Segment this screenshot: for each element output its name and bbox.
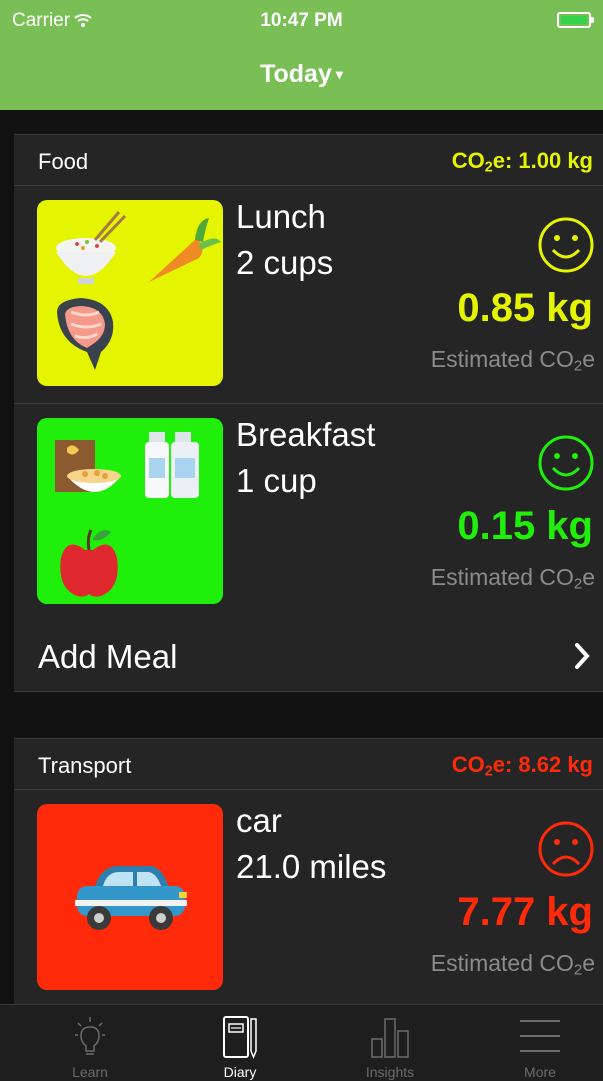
transport-co2-amount: 7.77 kg: [457, 890, 593, 934]
tab-label: Learn: [72, 1064, 108, 1080]
food-section-label: Food: [38, 149, 89, 174]
tab-diary[interactable]: Diary: [165, 1005, 315, 1081]
food-co2-value: e: 1.00 kg: [492, 148, 593, 173]
transport-co2-sub: 2: [484, 763, 493, 780]
rice-bowl-icon: [56, 211, 127, 284]
smile-icon: [538, 217, 594, 273]
transport-distance: 21.0 miles: [236, 848, 387, 885]
apple-icon: [60, 529, 118, 597]
tab-label: More: [524, 1064, 556, 1080]
date-selector[interactable]: Today ▾: [0, 60, 603, 89]
meal-name: Breakfast: [236, 416, 376, 453]
smile-icon: [538, 435, 594, 491]
lunch-thumbnail: [37, 200, 223, 386]
transport-section-header: Transport CO2e: 8.62 kg: [14, 738, 603, 790]
page-title: Today: [260, 60, 332, 88]
estimated-co2-label: Estimated CO2e: [431, 346, 595, 375]
transport-co2-value: e: 8.62 kg: [492, 752, 593, 777]
est-suffix: e: [582, 950, 595, 976]
bar-chart-icon: [371, 1018, 409, 1058]
tab-learn[interactable]: Learn: [15, 1005, 165, 1081]
salmon-steak-icon: [57, 298, 114, 370]
meal-co2-amount: 0.85 kg: [457, 286, 593, 330]
transport-section-label: Transport: [38, 753, 132, 778]
breakfast-thumbnail: [37, 418, 223, 604]
status-time: 10:47 PM: [260, 10, 343, 31]
meal-quantity: 1 cup: [236, 462, 317, 499]
tab-label: Diary: [223, 1064, 257, 1080]
food-co2-prefix: CO: [451, 148, 485, 173]
meal-quantity: 2 cups: [236, 244, 334, 281]
caret-down-icon: ▾: [335, 66, 343, 82]
frown-icon: [538, 821, 594, 877]
est-sub: 2: [573, 575, 583, 593]
tab-bar: Learn Diary Insights More: [0, 1004, 603, 1081]
est-suffix: e: [582, 564, 595, 590]
estimated-co2-label: Estimated CO2e: [431, 950, 595, 979]
food-co2-total: CO2e: 1.00 kg: [452, 148, 593, 176]
meal-name: Lunch: [236, 198, 326, 235]
food-section-header: Food CO2e: 1.00 kg: [14, 134, 603, 186]
est-prefix: Estimated CO: [430, 950, 574, 976]
add-meal-button[interactable]: Add Meal: [14, 620, 603, 692]
est-suffix: e: [582, 346, 595, 372]
menu-icon: [520, 1020, 560, 1052]
transport-co2-total: CO2e: 8.62 kg: [452, 752, 593, 780]
car-icon: [75, 866, 187, 930]
meal-entry-lunch[interactable]: Lunch 2 cups 0.85 kg Estimated CO2e: [14, 186, 603, 404]
food-co2-sub: 2: [484, 159, 493, 176]
est-sub: 2: [573, 357, 583, 375]
tab-insights[interactable]: Insights: [315, 1005, 465, 1081]
cereal-icon: [55, 440, 121, 492]
tab-label: Insights: [365, 1064, 415, 1080]
meal-entry-breakfast[interactable]: Breakfast 1 cup 0.15 kg Estimated CO2e: [14, 404, 603, 622]
status-bar: Carrier 10:47 PM: [0, 0, 603, 40]
battery-icon: [557, 12, 594, 28]
chevron-right-icon: [575, 643, 590, 669]
milk-bottles-icon: [145, 432, 199, 498]
transport-entry-car[interactable]: car 21.0 miles 7.77 kg Estimated CO2e: [14, 790, 603, 1008]
est-sub: 2: [573, 961, 583, 979]
est-prefix: Estimated CO: [430, 346, 574, 372]
estimated-co2-label: Estimated CO2e: [431, 564, 595, 593]
transport-co2-prefix: CO: [451, 752, 485, 777]
lightbulb-icon: [75, 1017, 105, 1055]
est-prefix: Estimated CO: [430, 564, 574, 590]
add-meal-label: Add Meal: [38, 638, 178, 675]
carrot-icon: [149, 218, 221, 282]
car-thumbnail: [37, 804, 223, 990]
navigation-header: Carrier 10:47 PM Today ▾: [0, 0, 603, 110]
notebook-icon: [223, 1016, 257, 1059]
meal-co2-amount: 0.15 kg: [457, 504, 593, 548]
tab-more[interactable]: More: [465, 1005, 603, 1081]
transport-name: car: [236, 802, 282, 839]
